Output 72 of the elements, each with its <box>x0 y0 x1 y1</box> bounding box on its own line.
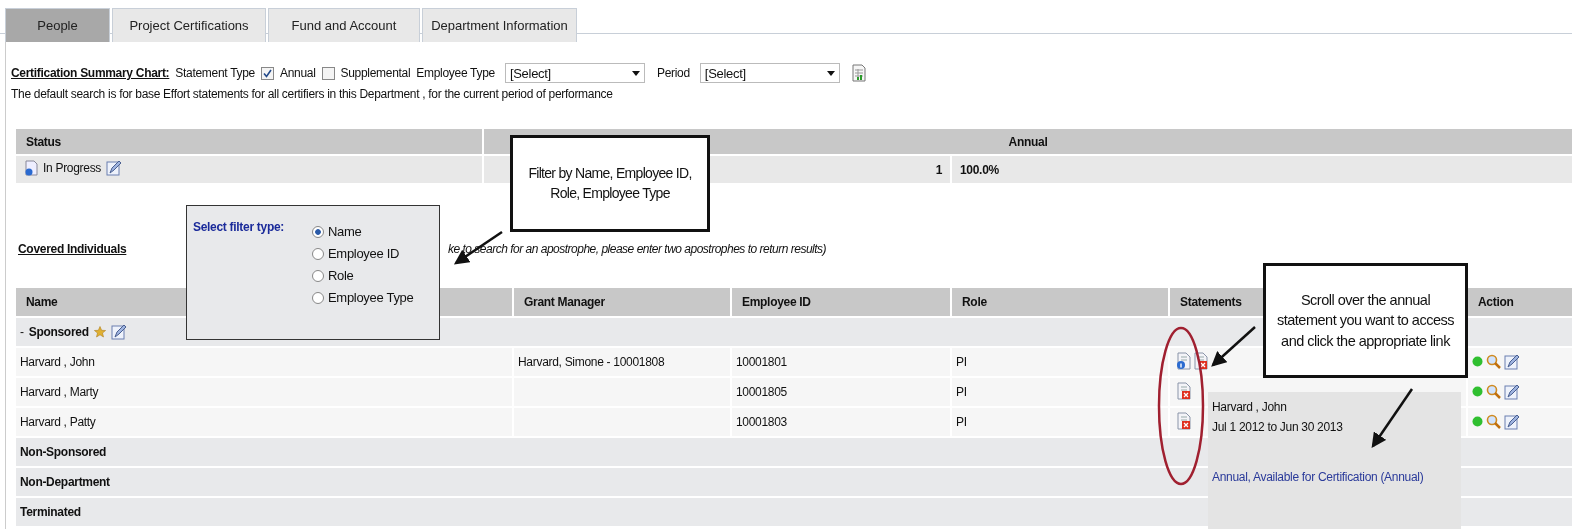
employee-type-select[interactable]: [Select] <box>504 63 645 83</box>
table-cell: 10001801 <box>732 348 950 376</box>
document-info-icon <box>24 160 38 176</box>
column-header: Role <box>952 288 1168 316</box>
star-icon[interactable] <box>93 326 106 338</box>
popup-title: Select filter type: <box>193 220 284 236</box>
status-dot-icon <box>1472 416 1483 428</box>
tab[interactable]: Fund and Account <box>268 8 420 42</box>
checkbox-label: Supplemental <box>340 66 411 80</box>
column-header: Employee ID <box>732 288 950 316</box>
radio-button[interactable] <box>312 291 324 304</box>
table-cell: 100.0% <box>952 156 1572 183</box>
radio-label: Role <box>328 268 354 283</box>
radio-button[interactable] <box>312 269 324 282</box>
radio-label: Employee Type <box>328 290 414 305</box>
group-label[interactable]: Non-Department <box>20 475 110 489</box>
table-cell: PI <box>952 348 1168 376</box>
table-cell: 10001805 <box>732 378 950 406</box>
column-header: Status <box>16 129 482 154</box>
statement-link[interactable]: Annual, Available for Certification (Annual) <box>1212 470 1457 484</box>
status-label: In Progress <box>43 161 102 175</box>
search-icon[interactable] <box>1486 384 1501 400</box>
collapse-toggle[interactable]: - <box>20 325 24 339</box>
arrow <box>1211 326 1256 367</box>
tooltip-name: Harvard , John <box>1212 400 1288 414</box>
arrow <box>1371 388 1414 449</box>
radio-label: Employee ID <box>328 246 400 261</box>
tab[interactable]: Project Certifications <box>112 8 266 42</box>
field-label: Period <box>656 66 690 80</box>
column-header: Action <box>1468 288 1572 316</box>
checkbox[interactable] <box>321 66 335 80</box>
edit-icon[interactable] <box>1504 353 1520 370</box>
tooltip-period: Jul 1 2012 to Jun 30 2013 <box>1212 420 1344 434</box>
table-cell: Harvard , Marty <box>16 378 512 406</box>
tab[interactable]: People <box>5 8 110 42</box>
field-label: Statement Type <box>175 66 255 80</box>
table-cell: PI <box>952 378 1168 406</box>
radio-button[interactable] <box>312 225 324 238</box>
table-cell: 10001803 <box>732 408 950 436</box>
group-label[interactable]: Sponsored <box>28 325 89 339</box>
group-label[interactable]: Terminated <box>20 505 81 519</box>
table-cell: Harvard , John <box>16 348 512 376</box>
chart-title[interactable]: Certification Summary Chart: <box>11 66 170 80</box>
dropdown-caret-icon <box>826 70 835 76</box>
document-error-icon[interactable] <box>1176 381 1192 400</box>
search-hint: ke to search for an apostrophe, please enter two apostrophes to return results) <box>448 242 827 256</box>
table-cell: PI <box>952 408 1168 436</box>
search-icon[interactable] <box>1486 354 1501 370</box>
edit-icon[interactable] <box>1504 383 1520 400</box>
group-label[interactable]: Non-Sponsored <box>20 445 107 459</box>
field-label: Employee Type <box>416 66 495 80</box>
radio-button[interactable] <box>312 247 324 260</box>
document-info-icon[interactable] <box>1176 351 1192 370</box>
status-dot-icon <box>1472 356 1483 368</box>
checkbox-label: Annual <box>279 66 316 80</box>
search-note: The default search is for base Effort statements for all certifiers in this Department , for the current period of performance <box>11 87 614 101</box>
search-icon[interactable] <box>1486 414 1501 430</box>
checkbox[interactable] <box>260 66 274 80</box>
column-header: Grant Manager <box>514 288 730 316</box>
table-cell: Harvard , Patty <box>16 408 512 436</box>
edit-icon[interactable] <box>110 324 127 340</box>
status-dot-icon <box>1472 386 1483 398</box>
edit-icon[interactable] <box>106 160 123 176</box>
table-cell: Harvard, Simone - 10001808 <box>518 355 665 369</box>
period-select[interactable]: [Select] <box>699 63 840 83</box>
document-error-icon[interactable] <box>1176 411 1192 430</box>
dropdown-caret-icon <box>631 70 640 76</box>
edit-icon[interactable] <box>1504 413 1520 430</box>
spreadsheet-icon[interactable] <box>851 64 866 82</box>
tab[interactable]: Department Information <box>422 8 577 42</box>
section-title: Covered Individuals <box>18 242 127 256</box>
radio-label: Name <box>328 224 362 239</box>
